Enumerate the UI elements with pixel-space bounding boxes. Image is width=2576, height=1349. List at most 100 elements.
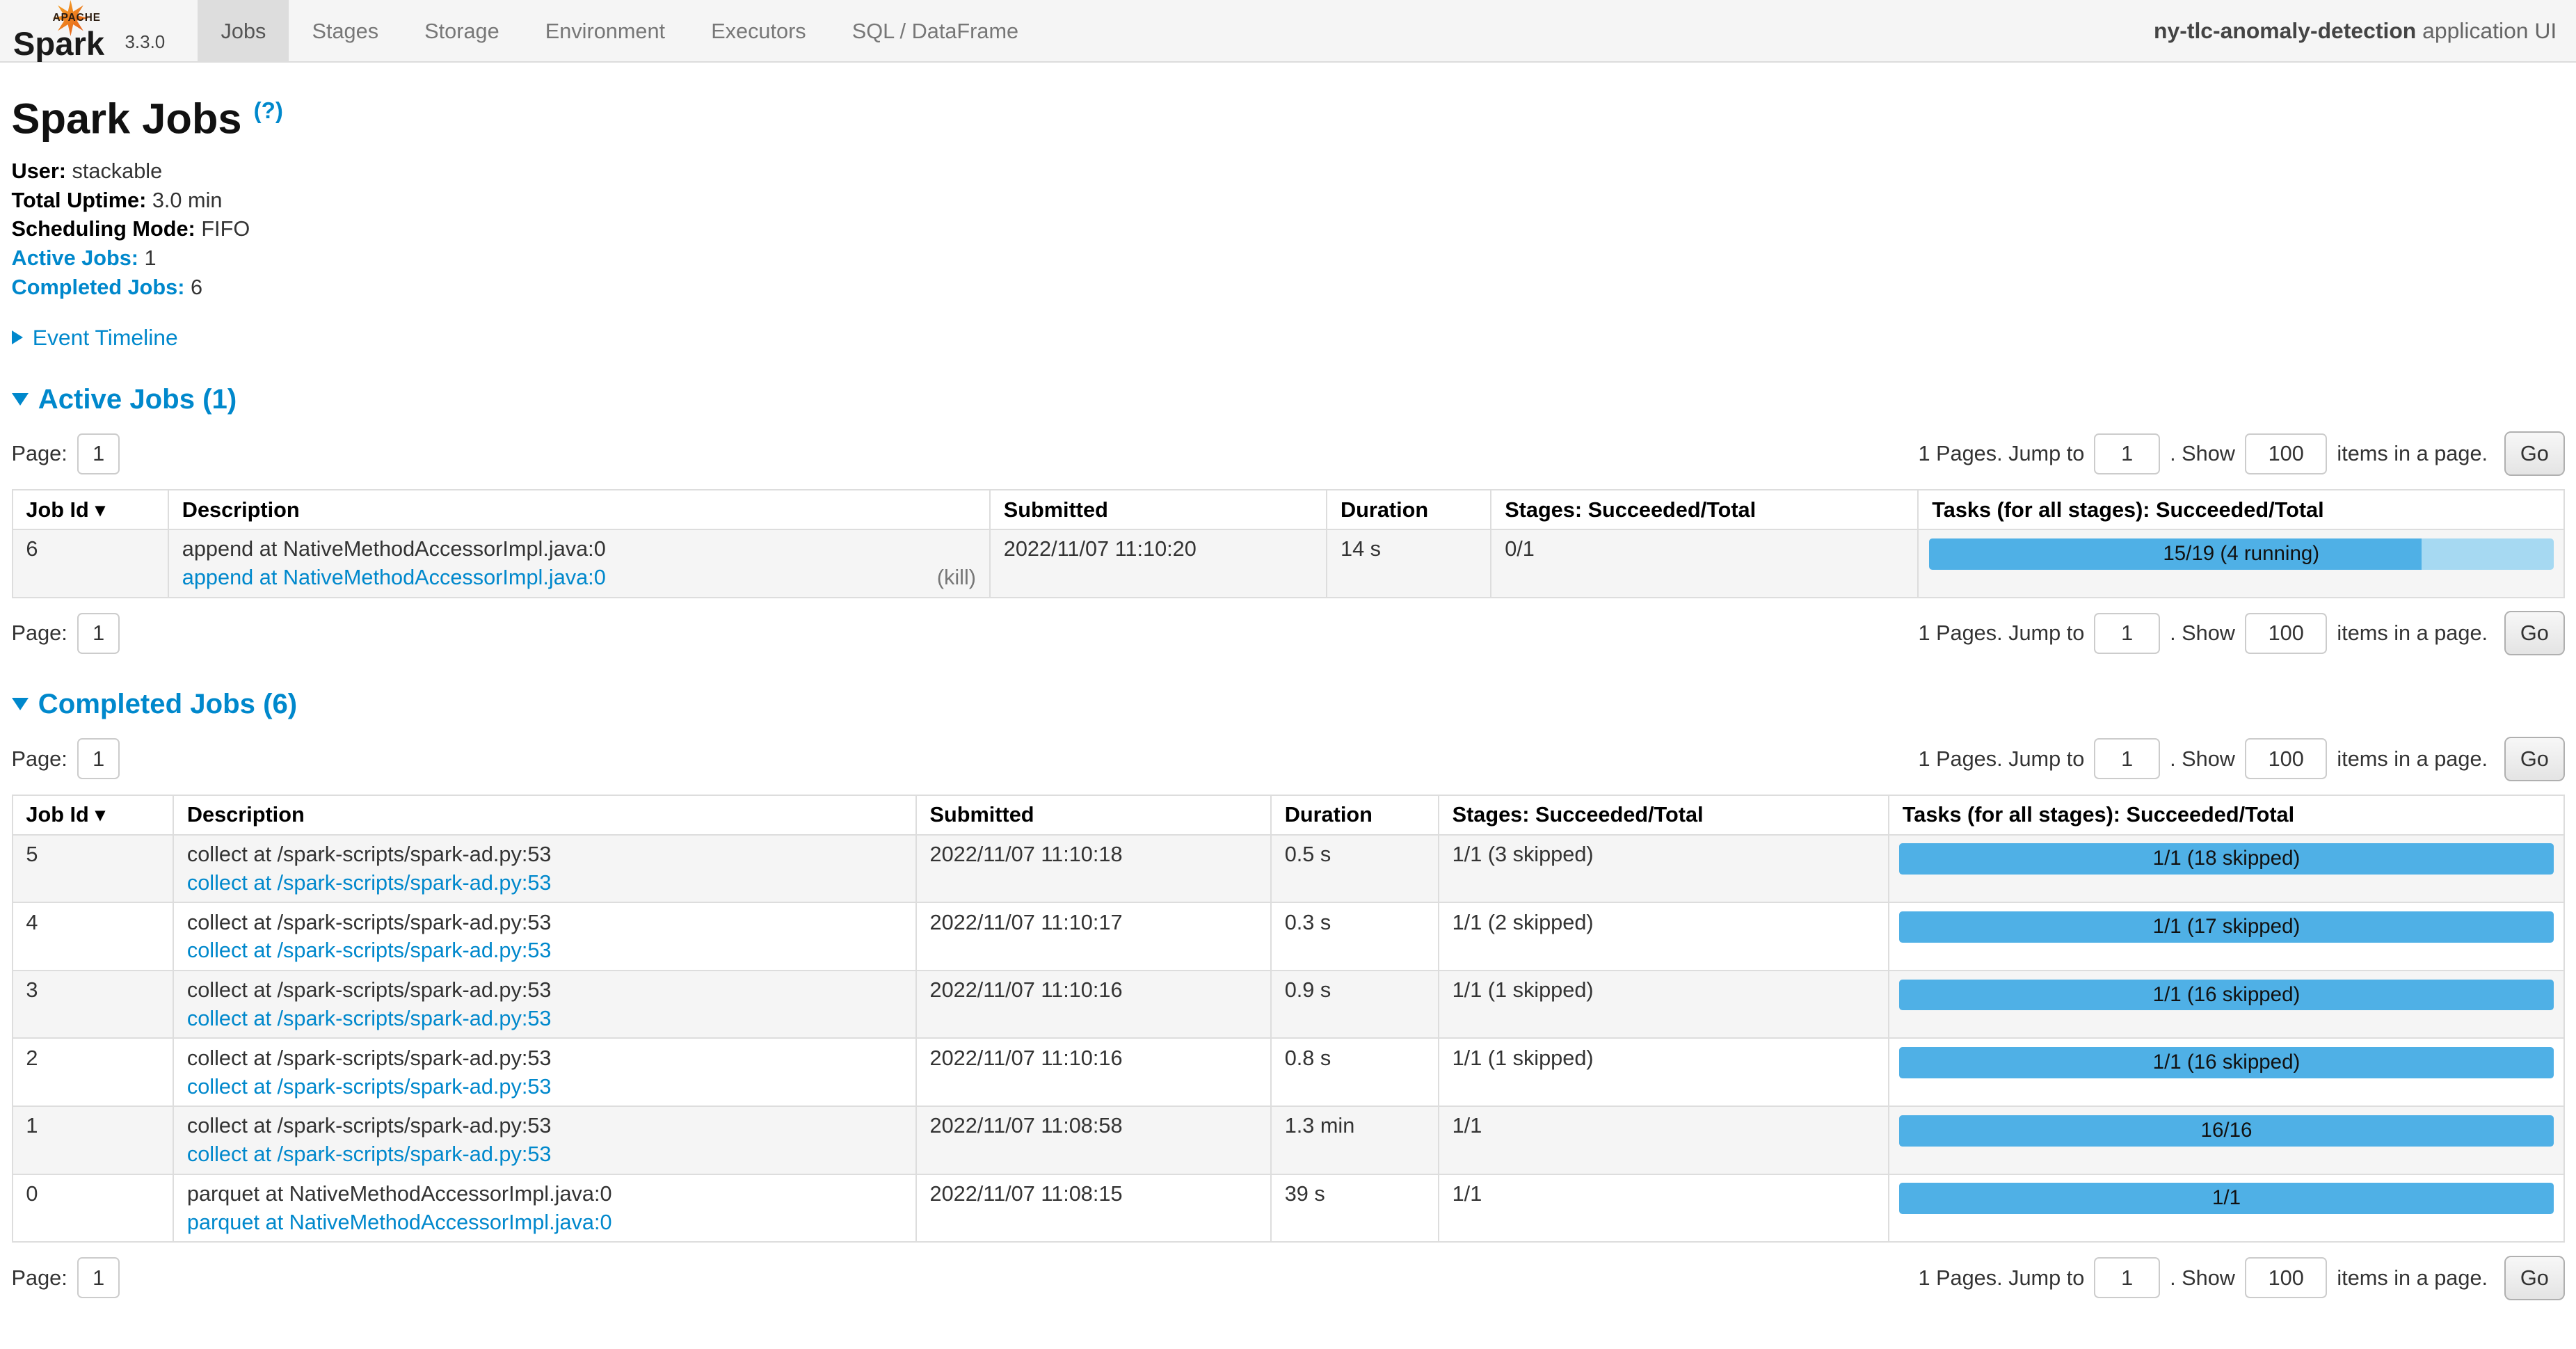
job-tasks-cell: 1/1 (16 skipped): [1889, 1038, 2564, 1106]
col-duration[interactable]: Duration: [1271, 795, 1439, 835]
active-jobs-link[interactable]: Active Jobs:: [12, 246, 138, 270]
tab-jobs[interactable]: Jobs: [198, 0, 289, 61]
active-jobs-heading[interactable]: Active Jobs (1): [12, 383, 2566, 415]
job-description-link[interactable]: append at NativeMethodAccessorImpl.java:…: [182, 565, 606, 590]
jump-to-page-input[interactable]: [2094, 433, 2159, 474]
active-jobs-table: Job Id ▾ Description Submitted Duration …: [12, 489, 2566, 598]
job-duration-cell: 1.3 min: [1271, 1106, 1439, 1174]
progress-label: 16/16: [1899, 1115, 2554, 1147]
pages-jump-label: 1 Pages. Jump to: [1918, 1266, 2084, 1291]
apache-wordmark: APACHE: [53, 12, 101, 24]
col-tasks[interactable]: Tasks (for all stages): Succeeded/Total: [1918, 490, 2564, 529]
pages-jump-label: 1 Pages. Jump to: [1918, 621, 2084, 646]
items-per-page-input[interactable]: [2245, 613, 2327, 654]
summary-scheduling-mode: Scheduling Mode: FIFO: [12, 218, 2566, 240]
items-per-page-input[interactable]: [2245, 1257, 2327, 1298]
table-row: 1 collect at /spark-scripts/spark-ad.py:…: [13, 1106, 2565, 1174]
collapse-icon: [12, 698, 29, 710]
col-tasks[interactable]: Tasks (for all stages): Succeeded/Total: [1889, 795, 2564, 835]
completed-jobs-link[interactable]: Completed Jobs:: [12, 275, 185, 299]
jump-to-page-input[interactable]: [2094, 738, 2159, 779]
job-description-link[interactable]: collect at /spark-scripts/spark-ad.py:53: [187, 1006, 552, 1031]
col-description[interactable]: Description: [168, 490, 990, 529]
pagination-bar: Page: 1 Pages. Jump to . Show items in a…: [12, 737, 2566, 781]
col-duration[interactable]: Duration: [1327, 490, 1491, 529]
job-duration-cell: 0.5 s: [1271, 835, 1439, 903]
table-row: 3 collect at /spark-scripts/spark-ad.py:…: [13, 971, 2565, 1039]
items-per-page-input[interactable]: [2245, 738, 2327, 779]
tab-stages[interactable]: Stages: [289, 0, 401, 61]
col-submitted[interactable]: Submitted: [916, 795, 1271, 835]
job-duration-cell: 39 s: [1271, 1174, 1439, 1243]
job-description-link[interactable]: collect at /spark-scripts/spark-ad.py:53: [187, 870, 552, 895]
items-label: items in a page.: [2337, 621, 2488, 646]
items-label: items in a page.: [2337, 1266, 2488, 1291]
go-button[interactable]: Go: [2504, 1256, 2565, 1300]
table-header-row: Job Id ▾ Description Submitted Duration …: [13, 795, 2565, 835]
job-description-link[interactable]: collect at /spark-scripts/spark-ad.py:53: [187, 1142, 552, 1167]
job-description-link[interactable]: collect at /spark-scripts/spark-ad.py:53: [187, 1074, 552, 1099]
col-job-id[interactable]: Job Id ▾: [13, 795, 173, 835]
spark-wordmark: Spark: [13, 28, 104, 61]
collapse-icon: [12, 393, 29, 406]
show-label: . Show: [2170, 1266, 2235, 1291]
tasks-progress-bar: 15/19 (4 running): [1929, 538, 2554, 570]
job-description-cell: collect at /spark-scripts/spark-ad.py:53…: [173, 835, 916, 903]
job-stages-cell: 1/1 (1 skipped): [1439, 1038, 1889, 1106]
tab-executors[interactable]: Executors: [688, 0, 829, 61]
summary-user: User: stackable: [12, 160, 2566, 182]
col-description[interactable]: Description: [173, 795, 916, 835]
page-number-input[interactable]: [77, 433, 120, 474]
table-row: 0 parquet at NativeMethodAccessorImpl.ja…: [13, 1174, 2565, 1243]
job-tasks-cell: 15/19 (4 running): [1918, 529, 2564, 598]
kill-job-link[interactable]: (kill): [937, 565, 976, 590]
job-id-cell: 0: [13, 1174, 173, 1243]
page-number-input[interactable]: [77, 613, 120, 654]
job-description-cell: collect at /spark-scripts/spark-ad.py:53…: [173, 971, 916, 1039]
job-stages-cell: 1/1 (3 skipped): [1439, 835, 1889, 903]
table-row: 2 collect at /spark-scripts/spark-ad.py:…: [13, 1038, 2565, 1106]
nav-tabs: Jobs Stages Storage Environment Executor…: [198, 0, 1041, 61]
table-row: 4 collect at /spark-scripts/spark-ad.py:…: [13, 902, 2565, 971]
col-stages[interactable]: Stages: Succeeded/Total: [1439, 795, 1889, 835]
job-submitted-cell: 2022/11/07 11:08:58: [916, 1106, 1271, 1174]
application-ui-suffix: application UI: [2416, 18, 2557, 43]
summary-list: User: stackable Total Uptime: 3.0 min Sc…: [12, 160, 2566, 298]
job-description-link[interactable]: collect at /spark-scripts/spark-ad.py:53: [187, 938, 552, 963]
page-number-input[interactable]: [77, 738, 120, 779]
go-button[interactable]: Go: [2504, 431, 2565, 476]
expand-icon: [12, 330, 23, 344]
job-duration-cell: 14 s: [1327, 529, 1491, 598]
pages-jump-label: 1 Pages. Jump to: [1918, 441, 2084, 466]
tab-storage[interactable]: Storage: [401, 0, 522, 61]
go-button[interactable]: Go: [2504, 611, 2565, 655]
summary-active-jobs: Active Jobs: 1: [12, 247, 2566, 269]
tasks-progress-bar: 1/1 (18 skipped): [1899, 843, 2554, 875]
job-description-link[interactable]: parquet at NativeMethodAccessorImpl.java…: [187, 1210, 612, 1235]
summary-completed-jobs: Completed Jobs: 6: [12, 276, 2566, 298]
jump-to-page-input[interactable]: [2094, 613, 2159, 654]
go-button[interactable]: Go: [2504, 737, 2565, 781]
tab-sql-dataframe[interactable]: SQL / DataFrame: [829, 0, 1041, 61]
job-tasks-cell: 16/16: [1889, 1106, 2564, 1174]
spark-logo[interactable]: APACHE Spark: [13, 0, 118, 63]
tab-environment[interactable]: Environment: [522, 0, 688, 61]
completed-jobs-table: Job Id ▾ Description Submitted Duration …: [12, 795, 2566, 1243]
help-link[interactable]: (?): [254, 98, 283, 124]
job-duration-cell: 0.8 s: [1271, 1038, 1439, 1106]
items-per-page-input[interactable]: [2245, 433, 2327, 474]
tasks-progress-bar: 1/1 (17 skipped): [1899, 911, 2554, 943]
col-job-id[interactable]: Job Id ▾: [13, 490, 168, 529]
event-timeline-toggle[interactable]: Event Timeline: [12, 325, 2566, 351]
progress-label: 1/1 (16 skipped): [1899, 1047, 2554, 1078]
completed-jobs-heading[interactable]: Completed Jobs (6): [12, 688, 2566, 720]
tasks-progress-bar: 1/1 (16 skipped): [1899, 980, 2554, 1011]
page-content: Spark Jobs (?) User: stackable Total Upt…: [0, 86, 2576, 1336]
col-submitted[interactable]: Submitted: [990, 490, 1327, 529]
application-name-strong: ny-tlc-anomaly-detection: [2154, 18, 2416, 43]
jump-to-page-input[interactable]: [2094, 1257, 2159, 1298]
col-stages[interactable]: Stages: Succeeded/Total: [1491, 490, 1918, 529]
job-duration-cell: 0.3 s: [1271, 902, 1439, 971]
page-number-input[interactable]: [77, 1257, 120, 1298]
show-label: . Show: [2170, 621, 2235, 646]
